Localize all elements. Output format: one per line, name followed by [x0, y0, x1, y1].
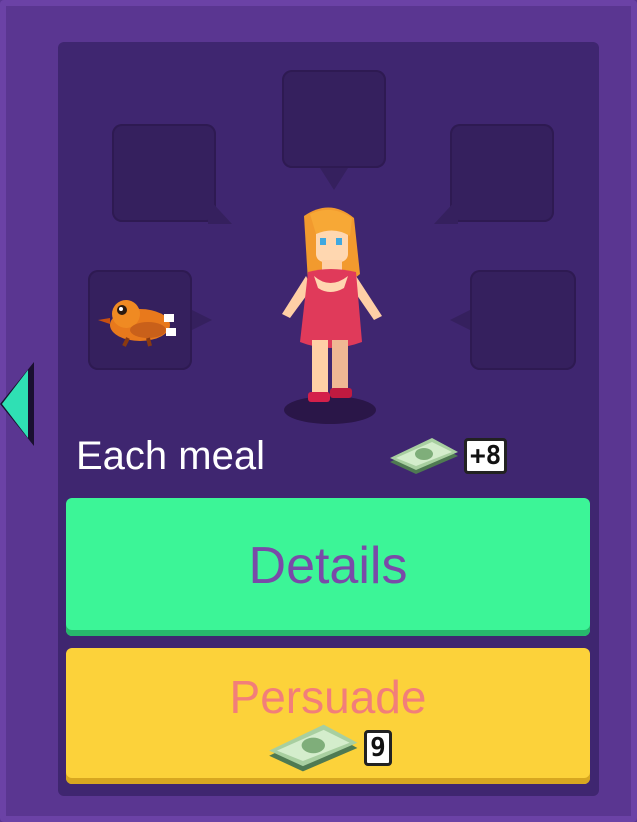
thought-slot-top-left: [112, 124, 216, 222]
character-sprite[interactable]: [264, 204, 394, 430]
reward-amount: +8: [464, 438, 508, 474]
thought-slot-left-tail: [192, 310, 212, 330]
effect-caption: Each meal: [76, 434, 265, 478]
persuade-cost-amount: 9: [364, 730, 392, 766]
money-icon: [269, 724, 358, 772]
thought-slot-top: [282, 70, 386, 168]
thought-slot-right-tail: [450, 310, 470, 330]
previous-arrow-icon[interactable]: [2, 370, 28, 438]
money-icon: [390, 438, 458, 474]
thought-slot-top-right-tail: [434, 198, 458, 224]
roast-chicken-icon: [98, 300, 176, 347]
details-label: Details: [248, 537, 408, 595]
persuade-cost: 9: [66, 722, 590, 774]
thought-slot-top-tail: [320, 168, 348, 190]
details-button[interactable]: Details: [66, 498, 590, 636]
thought-slot-top-right: [450, 124, 554, 222]
thought-slot-top-left-tail: [208, 198, 232, 224]
effect-reward: +8: [386, 432, 508, 480]
persuade-label: Persuade: [229, 671, 427, 723]
persuade-button[interactable]: Persuade 9: [66, 648, 590, 784]
thought-slot-right: [470, 270, 576, 370]
thought-slot-left: [88, 270, 192, 370]
